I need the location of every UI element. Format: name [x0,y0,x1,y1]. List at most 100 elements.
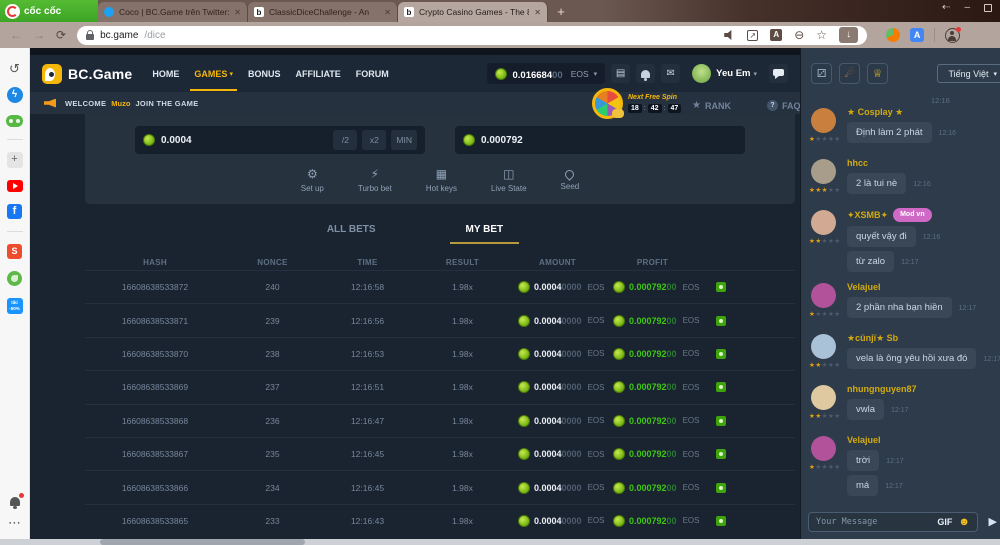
faq-button[interactable]: ? FAQ [767,100,801,111]
notifications-bell-icon[interactable] [10,497,20,506]
refresh-icon[interactable]: ⟳ [56,28,66,42]
chat-username[interactable]: ✦XSMB✦ Mod vn [847,208,992,222]
chat-username[interactable]: ★ Cosplay ★ [847,106,992,118]
wallet-button[interactable]: ▤ [611,64,630,83]
send-message-icon[interactable]: ▶ [989,515,997,528]
verify-fairness-icon[interactable] [716,316,726,326]
bet-amount-input[interactable]: 0.0004 /2 x2 MIN [135,126,425,154]
external-link-icon[interactable]: ↗ [747,30,758,41]
back-icon[interactable]: ← [10,28,22,42]
nav-affiliate[interactable]: AFFILIATE [295,69,340,79]
forward-icon[interactable]: → [33,28,45,42]
site-logo-text[interactable]: BC.Game [68,66,132,82]
hot-keys-button[interactable]: ▦Hot keys [426,167,457,193]
table-row[interactable]: 16608638533870 238 12:16:53 1.98x 0.0004… [85,337,795,370]
rank-button[interactable]: ★ RANK [692,100,731,111]
green-app-icon[interactable] [7,271,22,286]
chat-username[interactable]: Velajuel [847,281,992,293]
bcgame-logo-icon[interactable] [42,64,62,84]
nav-forum[interactable]: FORUM [356,69,389,79]
tab-all-bets[interactable]: ALL BETS [311,224,392,244]
messenger-icon[interactable]: ϟ [7,87,23,103]
table-row[interactable]: 16608638533872 240 12:16:58 1.98x 0.0004… [85,270,795,303]
address-bar[interactable]: bc.game /dice ↗ A ⊖ ☆ ↓ [77,26,867,45]
verify-fairness-icon[interactable] [716,282,726,292]
setup-button[interactable]: ⚙Set up [301,167,324,193]
browser-tab-2[interactable]: b ClassicDiceChallenge - An ✕ [248,2,398,22]
minimize-icon[interactable]: – [964,2,970,13]
youtube-icon[interactable] [7,180,23,192]
restore-icon[interactable] [984,4,992,12]
profit-on-win-field[interactable]: 0.000792 [455,126,745,154]
half-bet-button[interactable]: /2 [333,130,357,150]
horizontal-scrollbar[interactable] [0,539,1000,545]
profile-icon[interactable] [945,28,960,43]
shopee-icon[interactable]: S [7,244,22,259]
double-bet-button[interactable]: x2 [362,130,386,150]
chat-username[interactable]: Velajuel [847,434,992,446]
table-row[interactable]: 16608638533867 235 12:16:45 1.98x 0.0004… [85,437,795,470]
chat-message-input[interactable]: Your Message GIF ☻ [808,512,978,532]
verify-fairness-icon[interactable] [716,449,726,459]
username[interactable]: Yeu Em [716,68,750,79]
user-avatar[interactable] [692,64,711,83]
emoji-button[interactable]: ☻ [958,517,970,528]
tiki-sale-icon[interactable]: tiki-50% [7,298,23,314]
nav-games[interactable]: GAMES▾ [194,69,233,79]
table-row[interactable]: 16608638533865 233 12:16:43 1.98x 0.0004… [85,504,795,537]
tab-search-icon[interactable]: ⇠ [942,2,950,13]
facebook-icon[interactable]: f [7,204,22,219]
avatar[interactable] [811,436,836,461]
table-row[interactable]: 16608638533866 234 12:16:45 1.98x 0.0004… [85,470,795,503]
browser-tab-1[interactable]: Coco | BC.Game trên Twitter: ✕ [98,2,248,22]
contest-button[interactable]: ♕ [867,63,888,84]
nav-bonus[interactable]: BONUS [248,69,281,79]
history-icon[interactable]: ↺ [9,62,20,75]
table-row[interactable]: 16608638533869 237 12:16:51 1.98x 0.0004… [85,370,795,403]
adblock-extension-icon[interactable] [886,28,900,42]
avatar[interactable] [811,210,836,235]
download-icon[interactable]: ↓ [839,27,858,43]
games-controller-icon[interactable] [6,115,23,127]
turbo-bet-button[interactable]: ⚡Turbo bet [358,167,392,193]
tab-close-icon[interactable]: ✕ [384,8,391,17]
live-stats-button[interactable]: ◫Live State [491,167,527,193]
nav-home[interactable]: HOME [152,69,179,79]
tab-my-bet[interactable]: MY BET [450,224,520,244]
seed-button[interactable]: Seed [561,167,580,193]
add-shortcut-button[interactable]: + [7,152,23,168]
messages-button[interactable]: ✉ [661,64,680,83]
bookmark-star-icon[interactable]: ☆ [816,28,827,42]
verify-fairness-icon[interactable] [716,483,726,493]
table-row[interactable]: 16608638533871 239 12:16:56 1.98x 0.0004… [85,303,795,336]
language-selector[interactable]: Tiếng Việt▾ [937,64,1000,83]
notifications-button[interactable] [636,64,655,83]
hot-games-button[interactable]: ☄ [839,63,860,84]
tab-close-icon[interactable]: ✕ [534,8,541,17]
verify-fairness-icon[interactable] [716,382,726,392]
browser-tab-3-active[interactable]: b Crypto Casino Games - The 8 ✕ [398,2,548,22]
avatar[interactable] [811,159,836,184]
avatar[interactable] [811,283,836,308]
verify-fairness-icon[interactable] [716,349,726,359]
free-spin-widget[interactable]: Next Free Spin 18: 42: 47 [592,88,681,119]
min-bet-button[interactable]: MIN [391,130,417,150]
table-row[interactable]: 16608638533868 236 12:16:47 1.98x 0.0004… [85,404,795,437]
translate-icon[interactable]: A [770,29,782,41]
avatar[interactable] [811,385,836,410]
new-tab-button[interactable]: + [548,0,574,22]
scrollbar-thumb[interactable] [100,539,305,545]
chat-username[interactable]: nhungnguyen87 [847,383,992,395]
avatar[interactable] [811,108,836,133]
sound-icon[interactable] [724,30,735,41]
verify-fairness-icon[interactable] [716,416,726,426]
avatar[interactable] [811,334,836,359]
more-options-icon[interactable]: ⋯ [8,516,21,529]
chat-username[interactable]: ★cünjï★ Sb [847,332,992,344]
chat-username[interactable]: hhcc [847,157,992,169]
verify-fairness-icon[interactable] [716,516,726,526]
coccoc-brand[interactable]: cốc cốc [0,0,98,22]
translate-extension-icon[interactable]: A [910,28,924,42]
tab-close-icon[interactable]: ✕ [234,8,241,17]
zoom-out-icon[interactable]: ⊖ [794,28,804,42]
